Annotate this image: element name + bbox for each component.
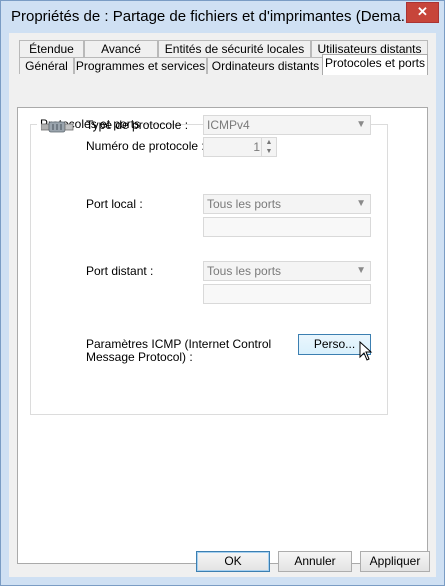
protocol-type-label: Type de protocole : <box>86 118 189 132</box>
remote-port-select[interactable]: Tous les ports ▼ <box>203 261 371 281</box>
stepper-arrows-icon[interactable]: ▲ ▼ <box>261 138 276 156</box>
tab-ordinateurs-distants[interactable]: Ordinateurs distants <box>207 57 324 74</box>
close-icon: ✕ <box>417 4 428 19</box>
local-port-value: Tous les ports <box>207 197 282 211</box>
tab-general[interactable]: Général <box>19 57 74 74</box>
tab-programmes-services[interactable]: Programmes et services <box>74 57 207 74</box>
remote-port-value: Tous les ports <box>207 264 282 278</box>
network-plug-icon <box>41 121 74 133</box>
protocol-number-value: 1 <box>253 140 260 154</box>
chevron-down-icon: ▼ <box>356 265 366 276</box>
local-port-input[interactable] <box>203 217 371 237</box>
icmp-settings-label-line2: Message Protocol) : <box>86 350 193 364</box>
properties-dialog: Propriétés de : Partage de fichiers et d… <box>0 0 445 586</box>
remote-port-label: Port distant : <box>86 264 154 278</box>
cancel-button[interactable]: Annuler <box>278 551 352 572</box>
ok-button[interactable]: OK <box>196 551 270 572</box>
chevron-down-icon: ▼ <box>356 119 366 130</box>
tab-avance[interactable]: Avancé <box>84 40 158 57</box>
icmp-settings-label-line1: Paramètres ICMP (Internet Control <box>86 337 272 351</box>
tab-etendue[interactable]: Étendue <box>19 40 84 57</box>
close-button[interactable]: ✕ <box>406 2 439 23</box>
tab-entites-securite-locales[interactable]: Entités de sécurité locales <box>158 40 311 57</box>
local-port-select[interactable]: Tous les ports ▼ <box>203 194 371 214</box>
mouse-pointer-icon <box>359 341 373 361</box>
tab-protocoles-ports[interactable]: Protocoles et ports <box>322 54 428 75</box>
window-title: Propriétés de : Partage de fichiers et d… <box>11 8 414 25</box>
protocol-type-value: ICMPv4 <box>207 118 250 132</box>
local-port-label: Port local : <box>86 197 143 211</box>
protocol-type-select[interactable]: ICMPv4 ▼ <box>203 115 371 135</box>
title-bar: Propriétés de : Partage de fichiers et d… <box>1 1 444 33</box>
chevron-down-icon: ▼ <box>356 198 366 209</box>
protocol-number-stepper[interactable]: 1 ▲ ▼ <box>203 137 277 157</box>
apply-button[interactable]: Appliquer <box>360 551 430 572</box>
protocol-number-label: Numéro de protocole : <box>86 139 205 153</box>
remote-port-input[interactable] <box>203 284 371 304</box>
